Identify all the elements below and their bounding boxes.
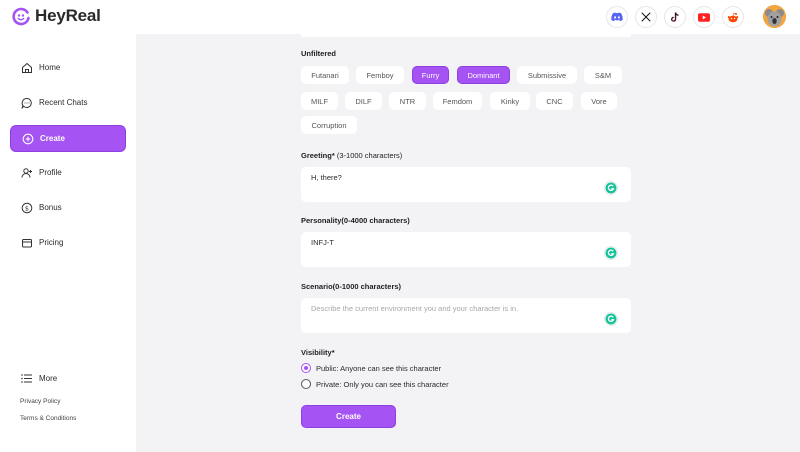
tag-chip-selected[interactable]: Furry bbox=[412, 66, 449, 84]
greeting-label: Greeting* (3-1000 characters) bbox=[301, 151, 403, 160]
tag-chip[interactable]: MILF bbox=[301, 92, 338, 110]
more-menu[interactable]: More bbox=[21, 374, 57, 383]
top-divider bbox=[301, 34, 631, 37]
scenario-placeholder: Describe the current environment you and… bbox=[311, 304, 519, 313]
sidebar-item-pricing[interactable]: Pricing bbox=[10, 229, 126, 256]
tags-label: Unfiltered bbox=[301, 49, 337, 58]
tag-chip[interactable]: Futanari bbox=[301, 66, 349, 84]
list-icon bbox=[21, 374, 32, 383]
user-avatar[interactable] bbox=[763, 5, 786, 28]
visibility-public-option[interactable]: Public: Anyone can see this character bbox=[301, 363, 441, 373]
plus-circle-icon bbox=[22, 133, 34, 145]
tag-chip[interactable]: Corruption bbox=[301, 116, 357, 134]
sidebar-item-create[interactable]: Create bbox=[10, 125, 126, 152]
tag-chip[interactable]: Femdom bbox=[433, 92, 482, 110]
grammarly-icon[interactable] bbox=[604, 246, 618, 260]
card-icon bbox=[21, 237, 33, 249]
brand-name: HeyReal bbox=[35, 6, 101, 25]
tiktok-icon[interactable] bbox=[664, 6, 686, 28]
personality-label: Personality(0-4000 characters) bbox=[301, 216, 410, 225]
sidebar-item-label: Pricing bbox=[39, 238, 64, 247]
sidebar-item-label: Bonus bbox=[39, 203, 62, 212]
grammarly-icon[interactable] bbox=[604, 181, 618, 195]
sidebar-item-recent-chats[interactable]: Recent Chats bbox=[10, 89, 126, 116]
greeting-value: H, there? bbox=[311, 173, 342, 182]
radio-public[interactable] bbox=[301, 363, 311, 373]
create-form: Unfiltered Futanari Femboy Furry Dominan… bbox=[136, 34, 800, 452]
tag-chip-selected[interactable]: Dominant bbox=[457, 66, 510, 84]
sidebar: Home Recent Chats Create Profile $ Bonus… bbox=[0, 34, 136, 452]
youtube-icon[interactable] bbox=[693, 6, 715, 28]
logo[interactable]: HeyReal bbox=[11, 6, 101, 26]
x-icon[interactable] bbox=[635, 6, 657, 28]
scenario-input[interactable]: Describe the current environment you and… bbox=[301, 298, 631, 333]
visibility-public-label: Public: Anyone can see this character bbox=[316, 363, 442, 373]
personality-input[interactable]: INFJ-T bbox=[301, 232, 631, 267]
greeting-input[interactable]: H, there? bbox=[301, 167, 631, 202]
sidebar-item-label: Profile bbox=[39, 168, 62, 177]
social-links bbox=[606, 6, 744, 28]
create-button[interactable]: Create bbox=[301, 405, 396, 428]
sidebar-item-label: Recent Chats bbox=[39, 98, 88, 107]
sidebar-item-label: Home bbox=[39, 63, 61, 72]
tag-chip[interactable]: Submissive bbox=[517, 66, 577, 84]
logo-icon bbox=[11, 6, 31, 26]
sidebar-item-bonus[interactable]: $ Bonus bbox=[10, 194, 126, 221]
tag-chip[interactable]: NTR bbox=[389, 92, 426, 110]
visibility-private-option[interactable]: Private: Only you can see this character bbox=[301, 379, 449, 389]
scenario-label: Scenario(0-1000 characters) bbox=[301, 282, 402, 291]
radio-private[interactable] bbox=[301, 379, 311, 389]
chat-icon bbox=[21, 97, 33, 109]
privacy-policy-link[interactable]: Privacy Policy bbox=[20, 398, 60, 405]
tag-chip[interactable]: S&M bbox=[584, 66, 622, 84]
personality-value: INFJ-T bbox=[311, 238, 334, 247]
terms-link[interactable]: Terms & Conditions bbox=[20, 415, 76, 422]
grammarly-icon[interactable] bbox=[604, 312, 618, 326]
tag-chip[interactable]: Femboy bbox=[356, 66, 404, 84]
tag-chip[interactable]: Vore bbox=[581, 92, 617, 110]
visibility-private-label: Private: Only you can see this character bbox=[316, 379, 449, 389]
discord-icon[interactable] bbox=[606, 6, 628, 28]
reddit-icon[interactable] bbox=[722, 6, 744, 28]
dollar-icon: $ bbox=[21, 202, 33, 214]
user-plus-icon bbox=[21, 167, 33, 179]
svg-text:$: $ bbox=[25, 204, 29, 212]
tag-chip[interactable]: DILF bbox=[345, 92, 382, 110]
sidebar-item-label: Create bbox=[40, 134, 65, 143]
more-label: More bbox=[39, 374, 58, 383]
tag-chip[interactable]: Kinky bbox=[490, 92, 530, 110]
visibility-label: Visibility* bbox=[301, 348, 335, 357]
home-icon bbox=[21, 62, 33, 74]
tag-chip[interactable]: CNC bbox=[536, 92, 573, 110]
sidebar-item-profile[interactable]: Profile bbox=[10, 159, 126, 186]
top-bar: HeyReal bbox=[0, 0, 800, 34]
sidebar-item-home[interactable]: Home bbox=[10, 54, 126, 81]
